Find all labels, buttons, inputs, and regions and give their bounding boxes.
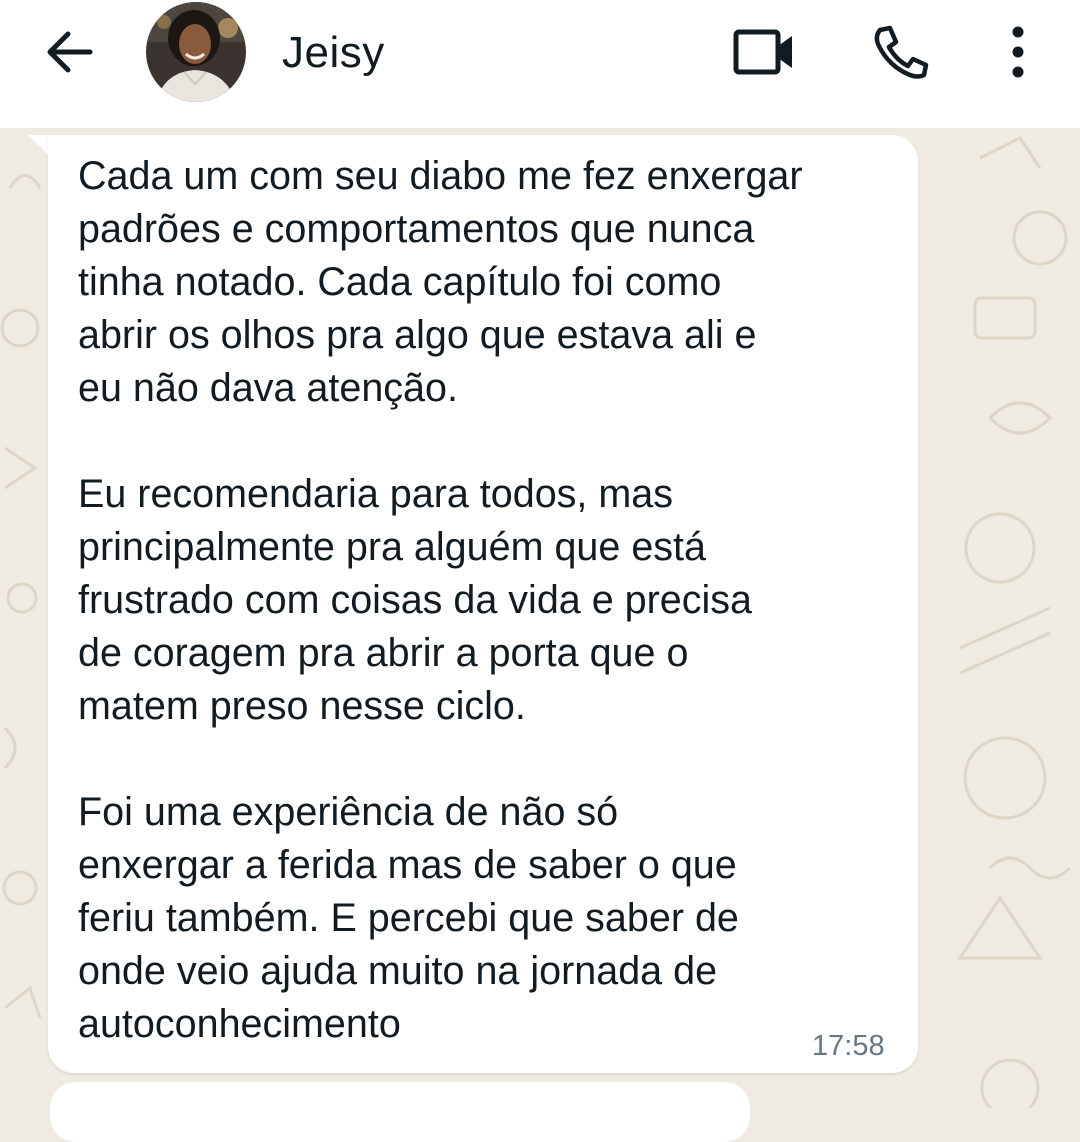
phone-icon [874,25,929,79]
chat-header: Jeisy [0,0,1080,128]
video-call-icon [733,29,792,75]
bubble-tail [28,135,50,157]
video-call-button[interactable] [730,22,796,82]
voice-call-button[interactable] [868,22,932,82]
back-button[interactable] [40,26,100,78]
message-timestamp: 17:58 [812,1030,885,1062]
next-message-bubble[interactable] [50,1082,750,1142]
contact-name[interactable]: Jeisy [282,28,385,78]
message-text: Cada um com seu diabo me fez enxergar pa… [78,154,803,1046]
back-arrow-icon [47,31,93,73]
avatar[interactable] [146,2,246,102]
more-options-button[interactable] [996,22,1040,82]
more-vert-icon [1012,26,1024,78]
avatar-image [146,2,246,102]
